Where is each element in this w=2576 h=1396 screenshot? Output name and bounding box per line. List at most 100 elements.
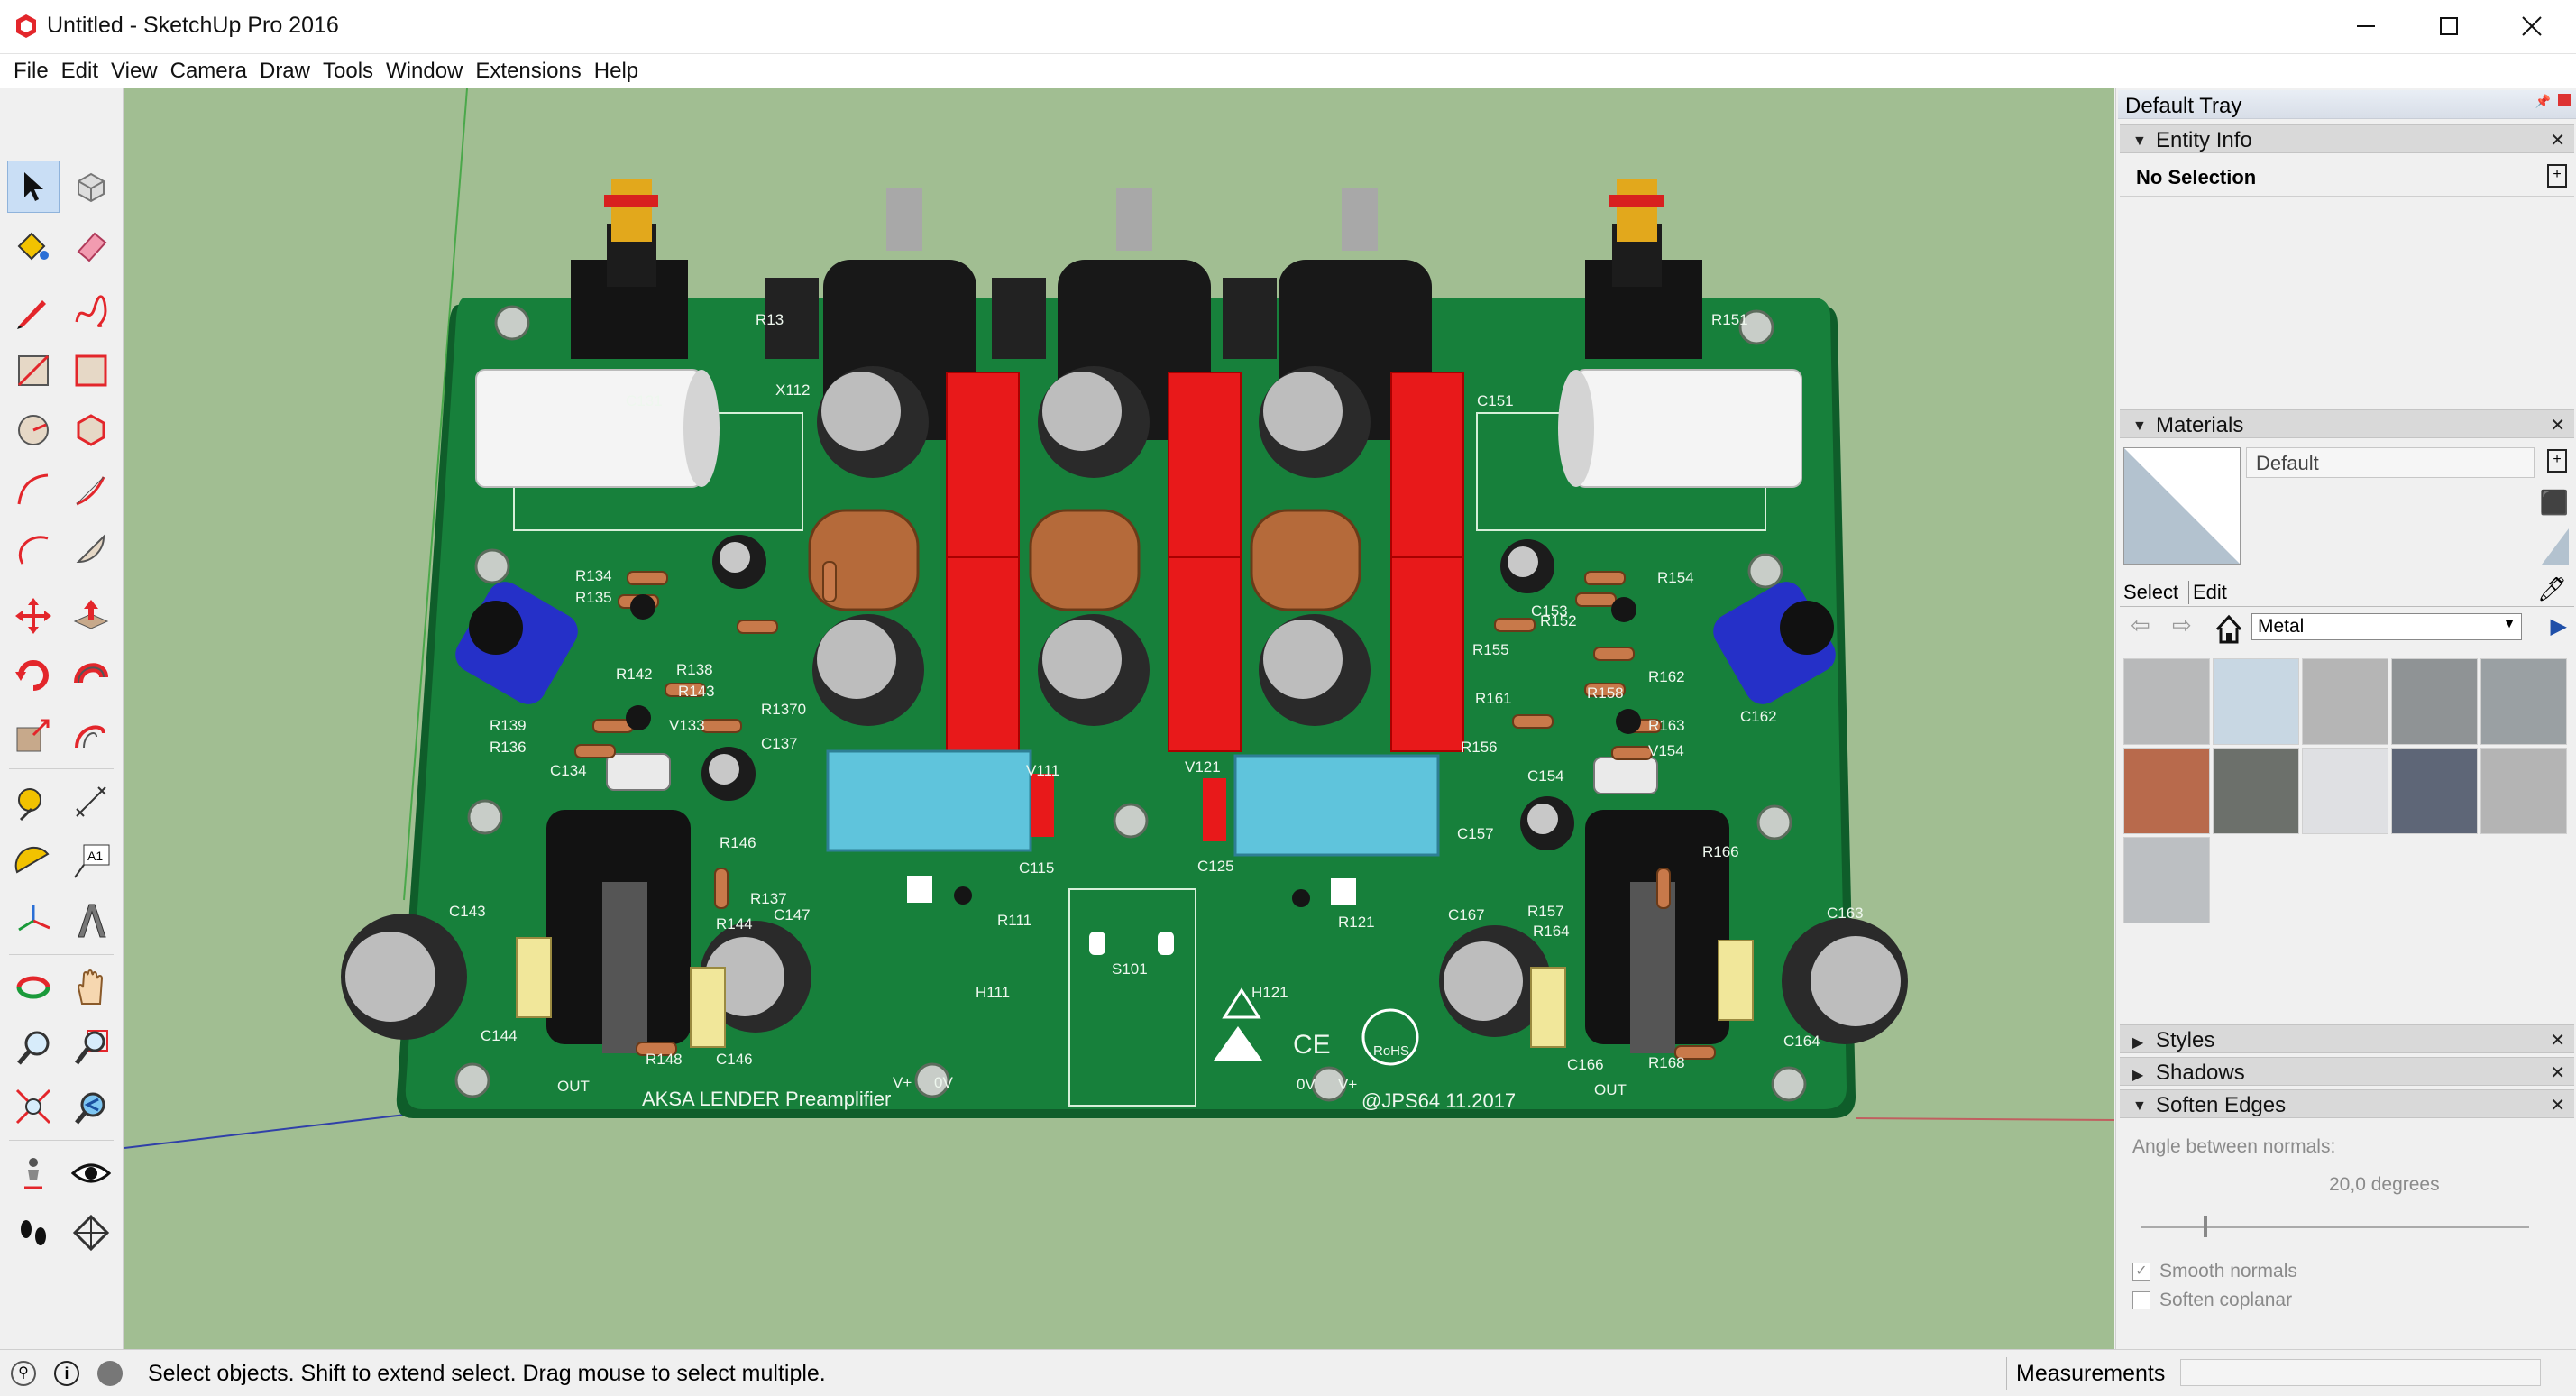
smooth-normals-checkbox[interactable]: ✓ <box>2132 1263 2150 1281</box>
material-swatch[interactable] <box>2302 748 2388 834</box>
tab-select[interactable]: Select <box>2123 581 2178 604</box>
menu-tools[interactable]: Tools <box>316 54 380 88</box>
move-tool[interactable] <box>7 590 60 642</box>
menu-extensions[interactable]: Extensions <box>469 54 587 88</box>
protractor-icon <box>14 846 50 874</box>
section-plane-tool[interactable] <box>65 1207 117 1259</box>
material-swatch[interactable] <box>2123 748 2210 834</box>
paint-bucket-tool[interactable] <box>7 220 60 272</box>
material-swatch[interactable] <box>2480 748 2567 834</box>
menu-file[interactable]: File <box>7 54 55 88</box>
orbit-tool[interactable] <box>7 961 60 1014</box>
menu-view[interactable]: View <box>105 54 164 88</box>
rotate-tool[interactable] <box>7 649 60 702</box>
pcb-label-v133: V133 <box>669 717 705 734</box>
tape-measure-tool[interactable] <box>7 776 60 828</box>
back-arrow-icon[interactable]: ⇦ <box>2131 611 2150 639</box>
push-pull-tool[interactable] <box>65 590 117 642</box>
text-tool[interactable]: A1 <box>65 835 117 887</box>
arc-tool[interactable] <box>7 464 60 516</box>
minimize-button[interactable] <box>2324 0 2407 52</box>
three-point-arc-tool[interactable] <box>7 523 60 575</box>
materials-header[interactable]: ▼ Materials ✕ <box>2120 409 2574 438</box>
protractor-tool[interactable] <box>7 835 60 887</box>
home-icon[interactable] <box>2214 613 2244 644</box>
scale-tool[interactable] <box>7 709 60 761</box>
polygon-icon <box>77 414 105 446</box>
panel-close-icon[interactable]: ✕ <box>2550 1094 2565 1116</box>
3d-viewport[interactable]: C131 C151 R13 R151 X112 R134 R135 R154 R… <box>124 88 2114 1349</box>
angle-slider-thumb[interactable] <box>2203 1216 2207 1237</box>
soften-edges-header[interactable]: ▼ Soften Edges ✕ <box>2120 1089 2574 1118</box>
look-around-tool[interactable] <box>65 1147 117 1199</box>
material-swatch[interactable] <box>2123 837 2210 923</box>
material-library-select[interactable]: Metal ▼ <box>2251 613 2522 640</box>
soften-coplanar-checkbox[interactable] <box>2132 1291 2150 1309</box>
pcb-label-c144: C144 <box>481 1027 518 1044</box>
close-button[interactable] <box>2490 0 2573 52</box>
panel-close-icon[interactable]: ✕ <box>2550 1029 2565 1052</box>
styles-header[interactable]: ▶ Styles ✕ <box>2120 1024 2574 1053</box>
geo-location-icon[interactable]: ⚲ <box>11 1361 36 1386</box>
sample-paint-icon[interactable]: ⬛ <box>2540 489 2569 517</box>
zoom-tool[interactable] <box>7 1021 60 1073</box>
entity-info-header[interactable]: ▼ Entity Info ✕ <box>2120 124 2574 153</box>
zoom-extents-tool[interactable] <box>7 1080 60 1133</box>
position-camera-tool[interactable] <box>7 1147 60 1199</box>
user-account-icon[interactable] <box>97 1361 123 1386</box>
material-swatch[interactable] <box>2302 658 2388 745</box>
select-tool[interactable] <box>7 161 60 213</box>
expand-details-icon[interactable]: + <box>2547 164 2567 188</box>
rectangle-tool[interactable] <box>7 344 60 397</box>
material-swatch[interactable] <box>2213 748 2299 834</box>
menu-edit[interactable]: Edit <box>55 54 105 88</box>
material-name-field[interactable]: Default <box>2246 447 2535 478</box>
dimension-tool[interactable] <box>65 776 117 828</box>
pcb-label-v154: V154 <box>1648 742 1684 759</box>
pan-tool[interactable] <box>65 961 117 1014</box>
pcb-label-c163: C163 <box>1827 905 1864 922</box>
eyedropper-icon[interactable]: 🖊 <box>2537 575 2567 603</box>
angle-slider-track[interactable] <box>2141 1226 2529 1228</box>
menu-camera[interactable]: Camera <box>164 54 253 88</box>
pin-icon[interactable]: 📌 <box>2535 94 2551 109</box>
material-swatch[interactable] <box>2123 658 2210 745</box>
info-icon[interactable]: i <box>54 1361 79 1386</box>
walk-tool[interactable] <box>7 1207 60 1259</box>
create-material-icon[interactable]: + <box>2547 449 2567 473</box>
menu-draw[interactable]: Draw <box>253 54 316 88</box>
polygon-tool[interactable] <box>65 404 117 456</box>
follow-me-tool[interactable] <box>65 649 117 702</box>
circle-tool[interactable] <box>7 404 60 456</box>
panel-close-icon[interactable]: ✕ <box>2550 414 2565 436</box>
details-arrow-icon[interactable]: ▶ <box>2551 613 2567 639</box>
zoom-window-tool[interactable] <box>65 1021 117 1073</box>
two-point-arc-tool[interactable] <box>65 464 117 516</box>
make-component-tool[interactable] <box>65 161 117 213</box>
material-swatch[interactable] <box>2391 748 2478 834</box>
pie-tool[interactable] <box>65 523 117 575</box>
line-tool[interactable] <box>7 285 60 337</box>
panel-close-icon[interactable]: ✕ <box>2550 1061 2565 1084</box>
material-preview <box>2123 447 2241 565</box>
material-swatch[interactable] <box>2480 658 2567 745</box>
tray-close-icon[interactable] <box>2558 94 2571 106</box>
3d-text-tool[interactable] <box>65 895 117 947</box>
tab-edit[interactable]: Edit <box>2188 581 2227 604</box>
previous-view-tool[interactable] <box>65 1080 117 1133</box>
blue-axis <box>124 1113 414 1149</box>
freehand-tool[interactable] <box>65 285 117 337</box>
menu-window[interactable]: Window <box>380 54 469 88</box>
material-swatch[interactable] <box>2391 658 2478 745</box>
maximize-button[interactable] <box>2407 0 2490 52</box>
axes-tool[interactable] <box>7 895 60 947</box>
measurements-input[interactable] <box>2180 1359 2541 1386</box>
rotated-rectangle-tool[interactable] <box>65 344 117 397</box>
eraser-tool[interactable] <box>65 220 117 272</box>
material-swatch[interactable] <box>2213 658 2299 745</box>
forward-arrow-icon[interactable]: ⇨ <box>2172 611 2192 639</box>
shadows-header[interactable]: ▶ Shadows ✕ <box>2120 1057 2574 1086</box>
offset-tool[interactable] <box>65 709 117 761</box>
menu-help[interactable]: Help <box>588 54 645 88</box>
panel-close-icon[interactable]: ✕ <box>2550 129 2565 152</box>
